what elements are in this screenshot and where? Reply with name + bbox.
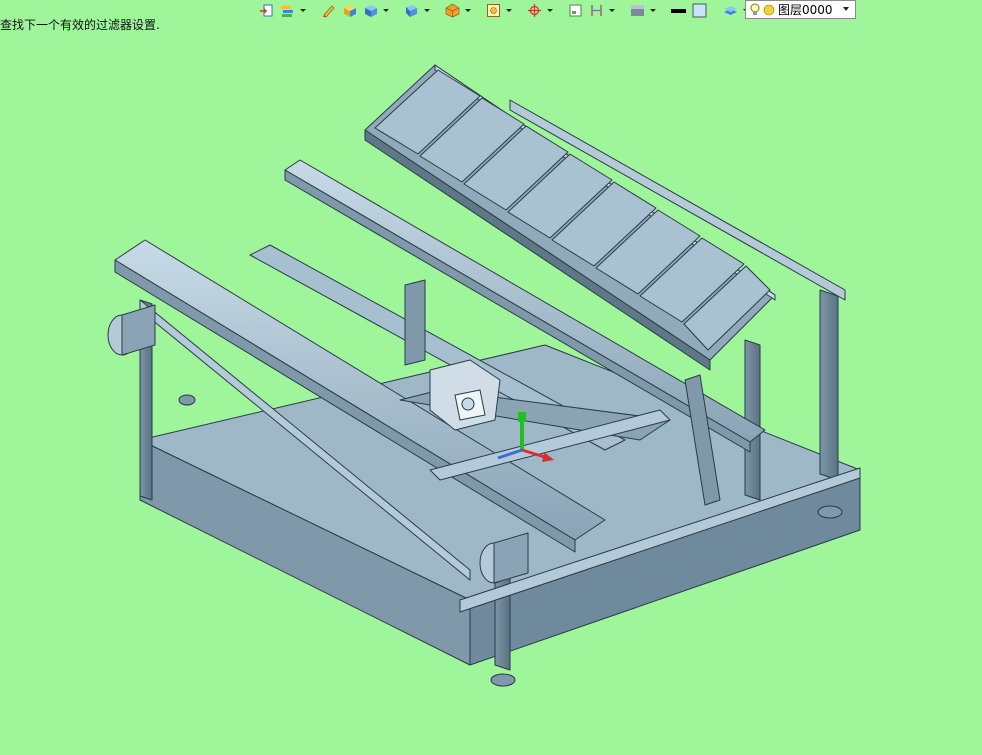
hopper-bins	[374, 69, 771, 351]
motor-left	[107, 304, 156, 356]
cad-viewport[interactable]	[0, 0, 982, 755]
machine-frame	[107, 64, 861, 687]
